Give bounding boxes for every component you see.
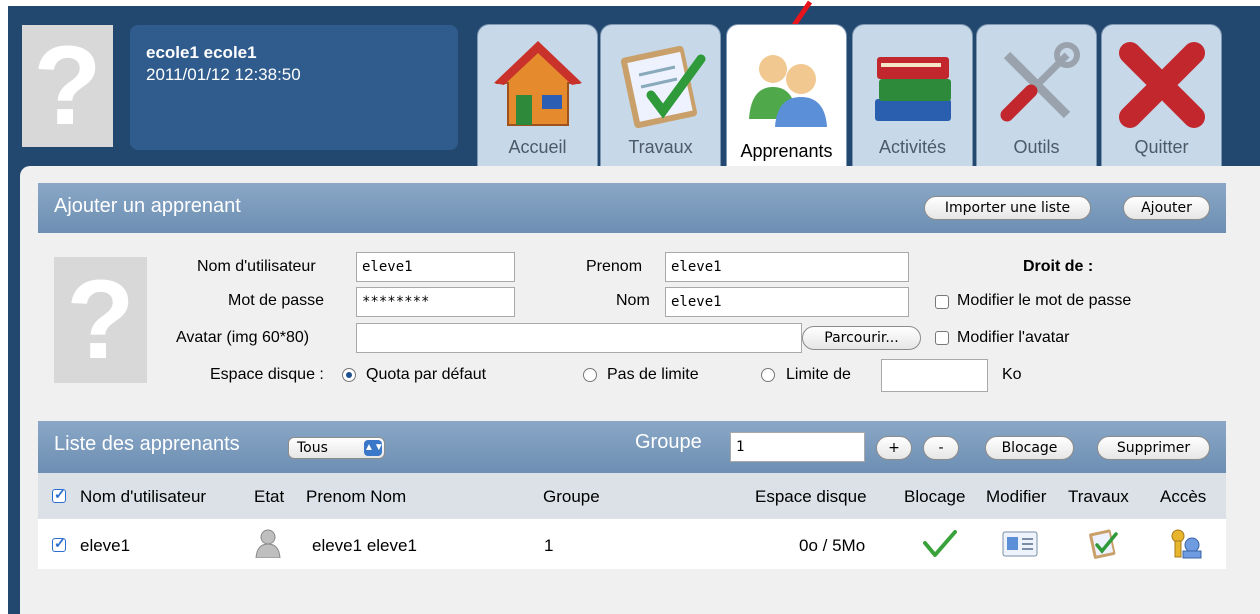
user-avatar: ? xyxy=(22,25,113,147)
filter-select[interactable]: Tous ▲▼ xyxy=(288,437,385,459)
learner-list-panel: Liste des apprenants Tous ▲▼ Groupe 1 + … xyxy=(38,421,1226,603)
user-info-box: ecole1 ecole1 2011/01/12 12:38:50 xyxy=(130,25,458,150)
group-label: Groupe xyxy=(635,431,702,453)
table-row: eleve1 eleve1 eleve1 1 0o / 5Mo xyxy=(38,519,1226,569)
list-header: Liste des apprenants Tous ▲▼ Groupe 1 + … xyxy=(38,421,1226,473)
tab-travaux[interactable]: Travaux xyxy=(600,24,721,166)
no-limit-label: Pas de limite xyxy=(607,366,699,383)
avatar-file-field[interactable] xyxy=(356,323,802,353)
column-header: Groupe xyxy=(543,487,600,506)
delete-button[interactable]: Supprimer xyxy=(1097,436,1210,460)
list-title: Liste des apprenants xyxy=(54,433,240,455)
column-header: Blocage xyxy=(904,487,966,506)
table-header: Nom d'utilisateur Etat Prenom Nom Groupe… xyxy=(38,473,1226,519)
datetime: 2011/01/12 12:38:50 xyxy=(146,65,301,84)
edit-card-icon[interactable] xyxy=(1002,531,1038,557)
user-name: ecole1 ecole1 xyxy=(146,43,257,62)
lastname-label: Nom xyxy=(616,292,650,309)
firstname-label: Prenom xyxy=(586,258,643,275)
right-password-checkbox[interactable] xyxy=(935,295,949,309)
add-button[interactable]: Ajouter xyxy=(1123,196,1210,220)
quota-default-label: Quota par défaut xyxy=(366,366,487,383)
tab-label: Quitter xyxy=(1134,137,1189,157)
users-icon xyxy=(749,55,827,127)
right-password-label: Modifier le mot de passe xyxy=(957,292,1132,309)
tools-icon xyxy=(1000,42,1080,122)
question-mark-icon: ? xyxy=(33,23,102,148)
row-username: eleve1 xyxy=(80,536,131,555)
browse-button[interactable]: Parcourir... xyxy=(802,326,921,350)
question-mark-icon: ? xyxy=(66,257,135,382)
firstname-field[interactable]: eleve1 xyxy=(665,252,909,282)
unit-label: Ko xyxy=(1002,366,1022,383)
plus-button[interactable]: + xyxy=(876,436,912,460)
tab-label: Activités xyxy=(878,137,947,157)
unblocked-check-icon[interactable] xyxy=(922,529,958,559)
access-keys-icon[interactable] xyxy=(1168,527,1202,559)
tab-label: Travaux xyxy=(628,137,693,157)
panel-body: ? Nom d'utilisateur eleve1 Mot de passe … xyxy=(38,233,1226,409)
quota-default-radio[interactable] xyxy=(342,368,356,382)
row-disk: 0o / 5Mo xyxy=(799,536,866,555)
tab-quitter[interactable]: Quitter xyxy=(1101,24,1222,166)
password-label: Mot de passe xyxy=(228,292,325,309)
column-header: Modifier xyxy=(986,487,1047,506)
column-header: Accès xyxy=(1160,487,1207,506)
limit-radio[interactable] xyxy=(761,368,775,382)
no-limit-radio[interactable] xyxy=(583,368,597,382)
books-icon xyxy=(875,57,951,121)
house-icon xyxy=(494,41,582,126)
panel-title: Ajouter un apprenant xyxy=(54,195,241,217)
add-learner-panel: Ajouter un apprenant Importer une liste … xyxy=(38,183,1226,409)
tab-accueil[interactable]: Accueil xyxy=(477,24,598,166)
limit-field[interactable] xyxy=(881,359,988,392)
select-arrows-icon: ▲▼ xyxy=(364,440,384,456)
rights-title: Droit de : xyxy=(1023,258,1094,275)
column-header: Espace disque xyxy=(755,487,867,506)
minus-button[interactable]: - xyxy=(923,436,959,460)
import-list-button[interactable]: Importer une liste xyxy=(924,196,1091,220)
app-window: ? ecole1 ecole1 2011/01/12 12:38:50 Accu… xyxy=(0,0,1260,614)
row-checkbox[interactable] xyxy=(52,535,66,552)
password-field[interactable]: ******** xyxy=(356,287,515,317)
username-field[interactable]: eleve1 xyxy=(356,252,515,282)
tab-outils[interactable]: Outils xyxy=(976,24,1097,166)
tab-activites[interactable]: Activités xyxy=(852,24,973,166)
block-button[interactable]: Blocage xyxy=(985,436,1074,460)
select-all-checkbox[interactable] xyxy=(52,486,66,503)
right-avatar-checkbox[interactable] xyxy=(935,331,949,345)
tab-label: Apprenants xyxy=(740,141,833,161)
column-header: Etat xyxy=(254,487,285,506)
tab-apprenants[interactable]: Apprenants xyxy=(726,24,847,170)
works-clipboard-icon[interactable] xyxy=(1087,527,1119,559)
user-status-icon xyxy=(255,529,281,558)
disk-label: Espace disque : xyxy=(210,366,324,383)
group-field[interactable]: 1 xyxy=(730,432,865,462)
right-avatar-label: Modifier l'avatar xyxy=(957,329,1070,346)
clipboard-check-icon xyxy=(620,45,706,129)
panel-header: Ajouter un apprenant Importer une liste … xyxy=(38,183,1226,233)
limit-label: Limite de xyxy=(786,366,851,383)
tab-label: Accueil xyxy=(508,137,567,157)
close-x-icon xyxy=(1119,42,1205,128)
column-header: Nom d'utilisateur xyxy=(80,487,207,506)
column-header: Travaux xyxy=(1068,487,1129,506)
column-header: Prenom Nom xyxy=(306,487,407,506)
avatar-label: Avatar (img 60*80) xyxy=(176,329,310,346)
username-label: Nom d'utilisateur xyxy=(197,258,316,275)
row-fullname: eleve1 eleve1 xyxy=(312,536,417,555)
row-group: 1 xyxy=(544,536,554,555)
learner-avatar: ? xyxy=(54,257,147,383)
tab-label: Outils xyxy=(1013,137,1060,157)
filter-select-value: Tous xyxy=(297,440,328,456)
lastname-field[interactable]: eleve1 xyxy=(665,287,909,317)
